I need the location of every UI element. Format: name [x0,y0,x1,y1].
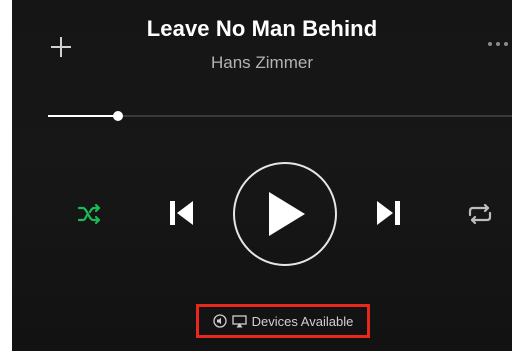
repeat-icon [468,203,492,225]
track-title: Leave No Man Behind [146,16,378,41]
skip-next-icon [377,201,400,225]
skip-previous-icon [170,201,193,225]
progress-bar[interactable] [48,110,512,122]
next-track-button[interactable] [372,196,406,230]
airplay-icon [232,314,247,327]
progress-fill [48,115,118,117]
previous-track-button[interactable] [164,196,198,230]
shuffle-icon [77,203,101,225]
progress-handle[interactable] [112,111,123,121]
speaker-icon [213,314,227,328]
shuffle-button[interactable] [76,200,104,228]
play-button[interactable] [233,162,337,266]
more-icon [488,42,492,46]
repeat-button[interactable] [465,200,495,228]
more-options-button[interactable] [488,42,508,46]
devices-available-label: Devices Available [251,313,354,329]
devices-available-button[interactable]: Devices Available [196,304,370,338]
track-artist[interactable]: Hans Zimmer [0,53,524,73]
play-icon [269,192,305,236]
